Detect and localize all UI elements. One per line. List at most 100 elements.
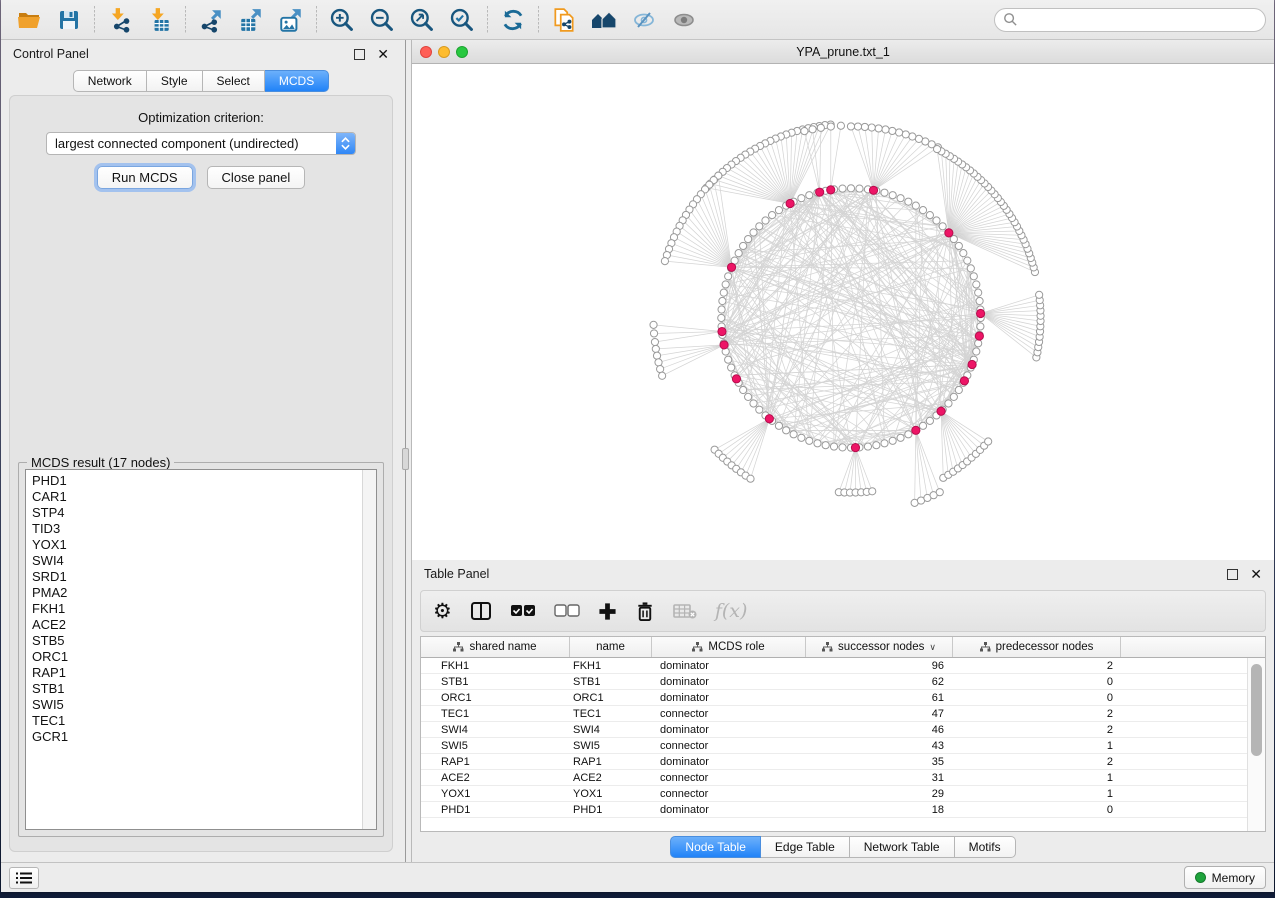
mcds-result-item[interactable]: TEC1 (32, 713, 362, 729)
tab-node-table[interactable]: Node Table (670, 836, 761, 858)
hide-selected-button[interactable] (624, 4, 664, 36)
sort-desc-icon: ∨ (929, 642, 936, 653)
attribute-type-icon (822, 642, 833, 652)
control-panel-tabs: Network Style Select MCDS (73, 70, 329, 92)
divider-handle[interactable] (402, 448, 409, 470)
main-toolbar (1, 0, 1274, 40)
table-scrollbar[interactable] (1247, 658, 1265, 831)
mcds-result-item[interactable]: ORC1 (32, 649, 362, 665)
network-graph[interactable] (412, 64, 1274, 560)
column-header-name[interactable]: name (570, 637, 652, 657)
node-table[interactable]: shared namenameMCDS rolesuccessor nodes∨… (420, 636, 1266, 832)
save-session-button[interactable] (49, 4, 89, 36)
table-cell: ORC1 (421, 692, 570, 704)
run-mcds-button[interactable]: Run MCDS (97, 166, 193, 189)
panel-split-divider[interactable] (401, 40, 411, 862)
mcds-result-item[interactable]: STP4 (32, 505, 362, 521)
tab-motifs[interactable]: Motifs (955, 836, 1016, 858)
mcds-list-scrollbar[interactable] (362, 470, 376, 829)
zoom-selected-button[interactable] (442, 4, 482, 36)
table-row[interactable]: RAP1RAP1dominator352 (421, 754, 1247, 770)
table-cell: 0 (953, 692, 1121, 704)
table-row[interactable]: PHD1PHD1dominator180 (421, 802, 1247, 818)
mcds-result-item[interactable]: PHD1 (32, 473, 362, 489)
table-cell: SWI5 (570, 740, 652, 752)
mcds-result-item[interactable]: YOX1 (32, 537, 362, 553)
close-panel-icon[interactable]: ✕ (1250, 569, 1262, 580)
close-panel-icon[interactable]: ✕ (377, 49, 389, 60)
apply-function-icon[interactable]: f(x) (715, 598, 748, 624)
import-network-button[interactable] (100, 4, 140, 36)
search-input[interactable] (994, 8, 1266, 32)
menu-list-button[interactable] (9, 867, 39, 889)
show-all-button[interactable] (664, 4, 704, 36)
delete-rows-icon[interactable] (635, 598, 655, 624)
mcds-result-item[interactable]: CAR1 (32, 489, 362, 505)
mcds-result-item[interactable]: PMA2 (32, 585, 362, 601)
refresh-layout-button[interactable] (493, 4, 533, 36)
mcds-result-item[interactable]: TID3 (32, 521, 362, 537)
float-panel-icon[interactable] (1227, 569, 1238, 580)
mcds-result-item[interactable]: SWI4 (32, 553, 362, 569)
export-network-button[interactable] (191, 4, 231, 36)
memory-button[interactable]: Memory (1184, 866, 1266, 889)
zoom-in-button[interactable] (322, 4, 362, 36)
close-panel-button[interactable]: Close panel (207, 166, 306, 189)
add-row-icon[interactable] (598, 598, 617, 624)
column-header-MCDS-role[interactable]: MCDS role (652, 637, 806, 657)
table-row[interactable]: FKH1FKH1dominator962 (421, 658, 1247, 674)
table-row[interactable]: ORC1ORC1dominator610 (421, 690, 1247, 706)
tab-style[interactable]: Style (147, 70, 203, 92)
mcds-result-item[interactable]: RAP1 (32, 665, 362, 681)
scrollbar-thumb[interactable] (1251, 664, 1262, 756)
table-cell: 43 (806, 740, 953, 752)
table-row[interactable]: TEC1TEC1connector472 (421, 706, 1247, 722)
zoom-fit-button[interactable] (402, 4, 442, 36)
export-image-button[interactable] (271, 4, 311, 36)
table-settings-icon[interactable]: ⚙ (433, 598, 452, 624)
table-cell: RAP1 (421, 756, 570, 768)
deselect-all-rows-icon[interactable] (554, 598, 580, 624)
table-cell: 1 (953, 772, 1121, 784)
tab-select[interactable]: Select (203, 70, 265, 92)
export-table-button[interactable] (231, 4, 271, 36)
toolbar-separator (487, 6, 488, 34)
toolbar-separator (316, 6, 317, 34)
mcds-result-item[interactable]: FKH1 (32, 601, 362, 617)
table-row[interactable]: SWI5SWI5connector431 (421, 738, 1247, 754)
column-header-predecessor-nodes[interactable]: predecessor nodes (953, 637, 1121, 657)
mcds-result-item[interactable]: STB1 (32, 681, 362, 697)
table-row[interactable]: STB1STB1dominator620 (421, 674, 1247, 690)
first-neighbors-button[interactable] (584, 4, 624, 36)
column-header-shared-name[interactable]: shared name (421, 637, 570, 657)
tab-edge-table[interactable]: Edge Table (761, 836, 850, 858)
zoom-out-button[interactable] (362, 4, 402, 36)
zoom-fit-icon (409, 7, 435, 33)
table-row[interactable]: SWI4SWI4dominator462 (421, 722, 1247, 738)
open-file-button[interactable] (9, 4, 49, 36)
select-all-rows-icon[interactable] (510, 598, 536, 624)
import-table-button[interactable] (140, 4, 180, 36)
delete-table-icon[interactable] (673, 598, 697, 624)
tab-network[interactable]: Network (73, 70, 147, 92)
table-row[interactable]: YOX1YOX1connector291 (421, 786, 1247, 802)
tab-network-table[interactable]: Network Table (850, 836, 955, 858)
tab-mcds[interactable]: MCDS (265, 70, 329, 92)
network-canvas[interactable] (412, 64, 1274, 560)
table-row[interactable]: ACE2ACE2connector311 (421, 770, 1247, 786)
search-field[interactable] (1018, 13, 1257, 27)
column-header-successor-nodes[interactable]: successor nodes∨ (806, 637, 953, 657)
optimization-criterion-label: Optimization criterion: (10, 110, 392, 125)
mcds-result-item[interactable]: STB5 (32, 633, 362, 649)
show-columns-icon[interactable] (470, 598, 492, 624)
duplicate-network-button[interactable] (544, 4, 584, 36)
float-panel-icon[interactable] (354, 49, 365, 60)
mcds-result-item[interactable]: SWI5 (32, 697, 362, 713)
optimization-criterion-select[interactable]: largest connected component (undirected) (46, 132, 356, 155)
mcds-result-item[interactable]: ACE2 (32, 617, 362, 633)
mcds-result-item[interactable]: SRD1 (32, 569, 362, 585)
table-cell: 61 (806, 692, 953, 704)
control-panel-titlebar: Control Panel ✕ (1, 40, 401, 68)
mcds-result-item[interactable]: GCR1 (32, 729, 362, 745)
mcds-result-list[interactable]: PHD1CAR1STP4TID3YOX1SWI4SRD1PMA2FKH1ACE2… (25, 469, 377, 830)
